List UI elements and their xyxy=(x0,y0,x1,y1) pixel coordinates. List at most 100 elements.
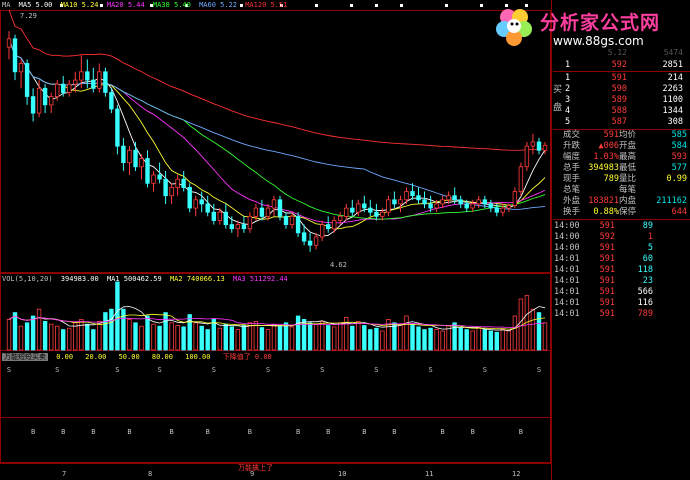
volume-bar xyxy=(217,327,222,351)
stat-value-2: 577 xyxy=(671,163,687,173)
vol-ma1: MA1 500462.59 xyxy=(106,275,162,283)
sell-signal-mark: S xyxy=(157,366,161,374)
buy-signal-mark: B xyxy=(326,428,330,436)
candle-body xyxy=(343,207,349,217)
candle-body xyxy=(97,71,102,89)
volume-bar xyxy=(313,323,319,351)
stat-label-2: 量比 xyxy=(619,174,637,184)
volume-bar xyxy=(85,323,90,351)
tick-time: 14:00 xyxy=(554,221,580,231)
volume-bar xyxy=(277,325,283,351)
indicator-level-0: 0.00 xyxy=(56,353,74,361)
ma-legend: MA MA5 5.00 MA10 5.24 MA20 5.44 MA30 5.4… xyxy=(2,1,291,9)
volume-bar xyxy=(271,323,277,351)
volume-bar xyxy=(356,320,361,351)
tick-price: 591 xyxy=(599,309,615,319)
indicator-legend: 万能短短买卖 0.00 20.00 50.00 80.00 100.00 下降值… xyxy=(2,352,272,362)
buy-row-3[interactable]: 3 589 1100 xyxy=(553,95,690,106)
kline-chart[interactable]: S S S S S S S S S S S B B B B B B B B B B B B B B xyxy=(0,0,552,480)
candle-body xyxy=(319,224,325,238)
ma30-line xyxy=(8,38,546,220)
vol-title: VOL(5,10,20) xyxy=(2,275,53,283)
stat-row-turnover: 换手 0.88% 保停 644 xyxy=(553,207,690,218)
volume-bar xyxy=(163,312,168,351)
candle-body xyxy=(374,211,379,217)
volume-bar xyxy=(211,318,216,351)
candle-body xyxy=(494,207,499,213)
candle-body xyxy=(163,178,168,197)
buy-row-2[interactable]: 2 590 2263 xyxy=(553,84,690,95)
candle-body xyxy=(362,203,367,209)
candle-body xyxy=(247,215,253,230)
ma60-value: MA60 5.22 xyxy=(199,1,237,9)
buy-signal-mark: B xyxy=(471,428,475,436)
candle-body xyxy=(452,195,457,201)
candle-body xyxy=(49,96,54,106)
volume-bar xyxy=(91,329,96,351)
buy-row-4[interactable]: 4 588 1344 xyxy=(553,106,690,117)
stat-value-2: 211162 xyxy=(656,196,687,206)
candle-body xyxy=(350,207,355,213)
candle-body xyxy=(121,145,126,164)
candle-body xyxy=(271,199,277,209)
candle-body xyxy=(313,236,319,246)
tick-row: 14:01 591 116 xyxy=(553,298,690,309)
volume-bar xyxy=(494,331,499,351)
tick-time: 14:00 xyxy=(554,232,580,242)
stat-label-2: 最低 xyxy=(619,163,637,173)
buy-signal-mark: B xyxy=(127,428,131,436)
stat-row-outer: 外盘 183821 内盘 211162 xyxy=(553,196,690,207)
bottom-status-label: 万能擒上了 xyxy=(238,464,273,472)
buy-level: 1 xyxy=(565,73,571,83)
tick-volume: 118 xyxy=(637,265,653,275)
volume-bar xyxy=(55,325,60,351)
stat-value: 394983 xyxy=(588,163,619,173)
top-marker-dot xyxy=(445,4,448,7)
buy-volume: 1344 xyxy=(662,106,683,116)
volume-bar xyxy=(476,326,481,351)
tick-row: 14:00 592 1 xyxy=(553,232,690,243)
stat-label-2: 内盘 xyxy=(619,196,637,206)
candle-body xyxy=(416,195,421,201)
candle-body xyxy=(265,207,271,217)
candle-body xyxy=(380,211,385,217)
stat-value: 1.03% xyxy=(593,152,619,162)
volume-bar xyxy=(157,325,162,351)
buy-row-1[interactable]: 1 591 214 xyxy=(553,73,690,84)
sell-row-1[interactable]: 1 592 2851 xyxy=(553,60,690,71)
tick-row: 14:01 591 789 xyxy=(553,309,690,320)
candle-body xyxy=(512,191,518,206)
candle-body xyxy=(259,207,265,217)
volume-bar xyxy=(175,325,180,351)
buy-signal-mark: B xyxy=(296,428,300,436)
volume-bar xyxy=(428,327,433,351)
tick-row: 14:01 591 60 xyxy=(553,254,690,265)
buy-signal-mark: B xyxy=(206,428,210,436)
candle-body xyxy=(289,215,295,226)
tick-volume: 89 xyxy=(642,221,653,231)
volume-bar xyxy=(73,322,78,351)
candle-body xyxy=(235,224,240,230)
sell-level: 1 xyxy=(565,60,571,70)
candle-body xyxy=(446,195,451,201)
stat-row-pct: 幅度 1.03% 最高 593 xyxy=(553,152,690,163)
indicator-level-3: 80.00 xyxy=(151,353,173,361)
tick-time: 14:01 xyxy=(554,254,580,264)
candle-body xyxy=(79,71,84,81)
volume-bar xyxy=(325,325,331,351)
tick-volume: 5 xyxy=(647,243,653,253)
candle-body xyxy=(91,79,96,89)
indicator-zero-label: 下降值了 0.00 xyxy=(222,353,272,361)
stat-value-2: 644 xyxy=(671,207,687,217)
sell-signal-mark: S xyxy=(7,366,11,374)
volume-bar xyxy=(169,322,174,351)
stat-label-2: 保停 xyxy=(619,207,637,217)
stat-label-2: 最高 xyxy=(619,152,637,162)
stat-value: 789 xyxy=(603,174,619,184)
buy-signal-mark: B xyxy=(440,428,444,436)
sell-signal-mark: S xyxy=(115,366,119,374)
buy-volume: 1100 xyxy=(662,95,683,105)
tick-time: 14:00 xyxy=(554,243,580,253)
stat-row-trade: 成交 591 均价 585 xyxy=(553,130,690,141)
buy-row-5[interactable]: 5 587 308 xyxy=(553,117,690,128)
